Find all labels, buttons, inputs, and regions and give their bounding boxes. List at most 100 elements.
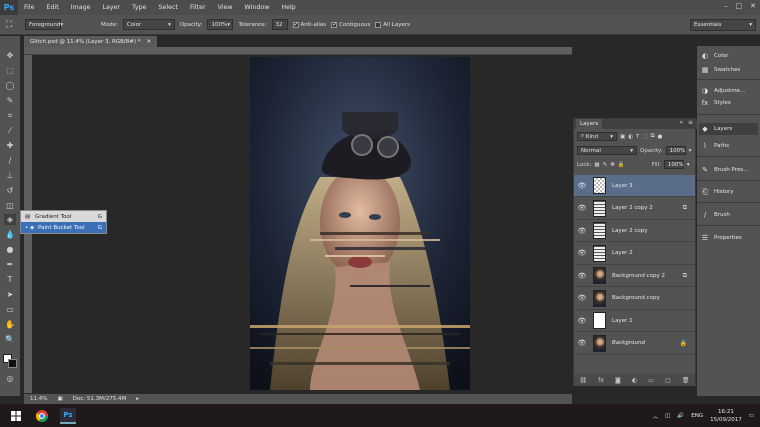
network-icon[interactable]: ◫: [665, 413, 670, 419]
blur-tool-icon[interactable]: 💧: [4, 229, 16, 240]
fill-source-select[interactable]: Foreground ▾: [25, 19, 63, 30]
chrome-icon[interactable]: [34, 408, 50, 424]
layer-opacity-input[interactable]: 100%: [665, 146, 686, 155]
path-selection-tool-icon[interactable]: ➤: [4, 289, 16, 300]
chevron-up-icon[interactable]: ︿: [653, 412, 659, 420]
horizontal-ruler[interactable]: [24, 47, 572, 55]
menu-filter[interactable]: Filter: [184, 4, 212, 11]
tolerance-input[interactable]: 32: [271, 19, 288, 30]
close-document-icon[interactable]: ✕: [146, 39, 151, 45]
paint-bucket-tool-icon[interactable]: ◈: [4, 214, 16, 225]
windows-start-icon[interactable]: [8, 408, 24, 424]
menu-select[interactable]: Select: [153, 4, 184, 11]
dock-brush-presets[interactable]: ✎ Brush Pres...: [701, 164, 748, 176]
photoshop-taskbar-icon[interactable]: Ps: [60, 408, 76, 424]
lock-position-icon[interactable]: ✥: [610, 162, 615, 168]
antialias-checkbox[interactable]: Anti-alias: [292, 21, 326, 28]
menu-type[interactable]: Type: [126, 4, 152, 11]
maximize-icon[interactable]: □: [736, 2, 743, 10]
lock-transparent-icon[interactable]: ▦: [594, 162, 599, 168]
zoom-level[interactable]: 11.4%: [30, 396, 47, 402]
paint-bucket-tool-preset-icon[interactable]: ⛶: [6, 20, 20, 30]
dodge-tool-icon[interactable]: ●: [4, 244, 16, 255]
shape-tool-icon[interactable]: ▭: [4, 304, 16, 315]
opacity-input[interactable]: 100% ▾: [207, 19, 234, 30]
layer-row[interactable]: 👁 Layer 2: [574, 243, 695, 265]
layer-row[interactable]: 👁 Layer 1: [574, 310, 695, 332]
move-tool-icon[interactable]: ✥: [4, 50, 16, 61]
delete-layer-icon[interactable]: 🗑: [682, 377, 690, 384]
menu-image[interactable]: Image: [65, 4, 97, 11]
notifications-icon[interactable]: ▭: [749, 413, 754, 419]
dock-swatches[interactable]: ▦ Swatches: [701, 64, 741, 76]
clone-stamp-tool-icon[interactable]: ⊥: [4, 170, 16, 181]
dock-adjustments[interactable]: ◑ Adjustme...: [701, 85, 745, 97]
dock-color[interactable]: ◐ Color: [701, 50, 728, 62]
filter-adjustment-icon[interactable]: ◐: [628, 134, 633, 140]
lock-pixels-icon[interactable]: ✎: [603, 162, 608, 168]
flyout-paint-bucket-tool[interactable]: • ◈ Paint Bucket Tool G: [21, 222, 106, 233]
photoshop-logo-icon[interactable]: Ps: [0, 0, 18, 15]
menu-file[interactable]: File: [18, 4, 41, 11]
menu-view[interactable]: View: [212, 4, 239, 11]
visibility-eye-icon[interactable]: 👁: [574, 249, 590, 257]
fill-input[interactable]: 100%: [663, 160, 684, 169]
filter-shape-icon[interactable]: ⬚: [642, 134, 647, 140]
collapse-icon[interactable]: «: [679, 119, 683, 126]
mode-select[interactable]: Color ▾: [122, 19, 175, 30]
dock-styles[interactable]: fx Styles: [701, 99, 731, 107]
quick-mask-icon[interactable]: ◎: [4, 373, 16, 384]
keyboard-language[interactable]: ENG: [691, 413, 703, 419]
close-icon[interactable]: ✕: [750, 2, 756, 10]
history-brush-tool-icon[interactable]: ↺: [4, 185, 16, 196]
visibility-eye-icon[interactable]: 👁: [574, 227, 590, 235]
new-layer-icon[interactable]: ▢: [665, 377, 671, 384]
eyedropper-tool-icon[interactable]: ⁄: [4, 125, 16, 136]
layers-tab[interactable]: Layers: [576, 119, 603, 129]
contiguous-checkbox[interactable]: Contiguous: [331, 21, 370, 28]
filter-smart-object-icon[interactable]: ⧉: [651, 133, 655, 140]
crop-tool-icon[interactable]: ⌗: [4, 110, 16, 121]
layer-style-icon[interactable]: fx: [598, 377, 604, 384]
opacity-dropdown-icon[interactable]: ▾: [689, 148, 692, 154]
document-canvas-image[interactable]: [250, 57, 470, 390]
filter-pixel-icon[interactable]: ▣: [620, 134, 625, 140]
quick-selection-tool-icon[interactable]: ✎: [4, 95, 16, 106]
brush-tool-icon[interactable]: ∕: [4, 155, 16, 166]
dock-brush[interactable]: ∕ Brush: [701, 209, 730, 221]
lasso-tool-icon[interactable]: ◯: [4, 80, 16, 91]
document-tab[interactable]: Glitch.psd @ 11.4% (Layer 3, RGB/8#) * ✕: [24, 36, 158, 47]
volume-icon[interactable]: 🔊: [677, 413, 684, 419]
background-color-swatch[interactable]: [8, 359, 17, 368]
menu-edit[interactable]: Edit: [41, 4, 65, 11]
dock-paths[interactable]: ⌇ Paths: [701, 140, 729, 152]
visibility-eye-icon[interactable]: 👁: [574, 317, 590, 325]
dock-history[interactable]: ⎗ History: [701, 186, 733, 198]
panel-menu-icon[interactable]: ≡: [688, 119, 693, 126]
visibility-eye-icon[interactable]: 👁: [574, 294, 590, 302]
blend-mode-select[interactable]: Normal ▾: [577, 146, 637, 155]
layer-row[interactable]: 👁 Layer 2 copy 2 ⧉: [574, 198, 695, 220]
lock-all-icon[interactable]: 🔒: [618, 162, 625, 168]
new-group-icon[interactable]: ▭: [648, 377, 654, 384]
layer-row[interactable]: 👁 Layer 2 copy: [574, 220, 695, 242]
zoom-tool-icon[interactable]: 🔍: [4, 334, 16, 345]
menu-help[interactable]: Help: [275, 4, 301, 11]
visibility-eye-icon[interactable]: 👁: [574, 339, 590, 347]
layer-row[interactable]: 👁 Layer 3: [574, 175, 695, 197]
dock-properties[interactable]: ☰ Properties: [701, 232, 742, 244]
dock-layers[interactable]: ◆ Layers: [699, 123, 758, 135]
filter-type-icon[interactable]: T: [636, 134, 639, 140]
layer-row[interactable]: 👁 Background copy 2 ⧉: [574, 265, 695, 287]
status-menu-icon[interactable]: ▣: [57, 396, 62, 402]
layer-row[interactable]: 👁 Background copy: [574, 288, 695, 310]
marquee-tool-icon[interactable]: ⬚: [4, 65, 16, 76]
eraser-tool-icon[interactable]: ◫: [4, 200, 16, 211]
menu-window[interactable]: Window: [239, 4, 276, 11]
pen-tool-icon[interactable]: ✒: [4, 259, 16, 270]
all-layers-checkbox[interactable]: All Layers: [375, 21, 410, 28]
add-mask-icon[interactable]: ◙: [615, 377, 621, 384]
visibility-eye-icon[interactable]: 👁: [574, 204, 590, 212]
minimize-icon[interactable]: –: [724, 2, 728, 10]
visibility-eye-icon[interactable]: 👁: [574, 182, 590, 190]
